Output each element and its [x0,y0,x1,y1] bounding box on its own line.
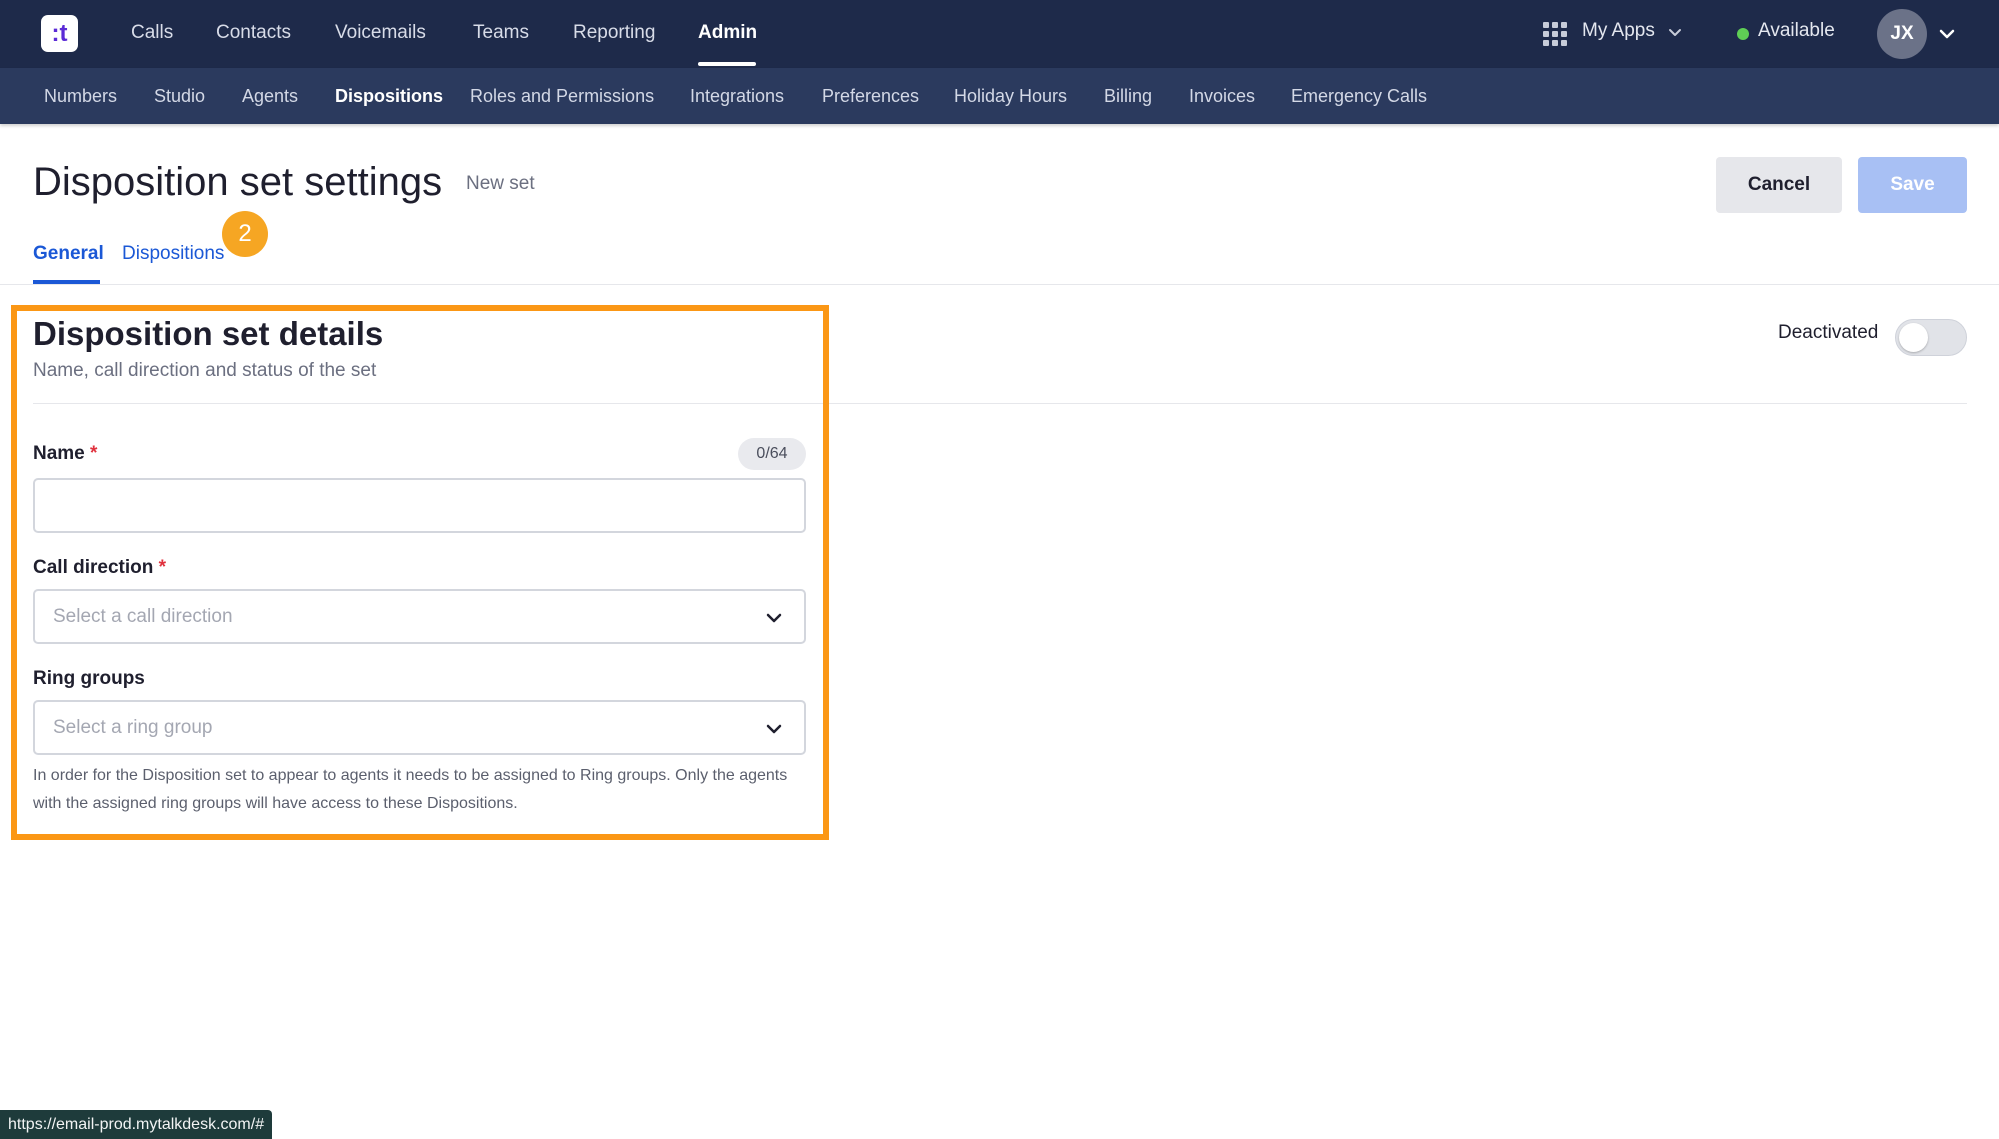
chevron-down-icon[interactable] [1668,26,1682,40]
status-bar-url: https://email-prod.mytalkdesk.com/# [0,1110,273,1139]
required-mark: * [90,443,98,464]
save-button[interactable]: Save [1858,157,1967,213]
subnav-integrations[interactable]: Integrations [690,68,784,124]
apps-grid-icon[interactable] [1543,22,1567,46]
subnav-emergency-calls[interactable]: Emergency Calls [1291,68,1427,124]
cancel-button[interactable]: Cancel [1716,157,1842,213]
chevron-down-icon [766,613,782,623]
active-nav-indicator [698,62,756,66]
subnav-numbers[interactable]: Numbers [44,68,117,124]
subnav-invoices[interactable]: Invoices [1189,68,1255,124]
ring-groups-field-label: Ring groups [33,668,145,689]
page-title: Disposition set settings [33,160,443,204]
subnav-agents[interactable]: Agents [242,68,298,124]
status-indicator-icon [1737,28,1749,40]
section-subtitle: Name, call direction and status of the s… [33,360,377,381]
subnav-holiday-hours[interactable]: Holiday Hours [954,68,1067,124]
my-apps-menu[interactable]: My Apps [1582,20,1655,42]
tab-general[interactable]: General [33,243,104,265]
character-counter: 0/64 [738,438,806,470]
deactivated-label: Deactivated [1778,322,1879,343]
call-direction-label-text: Call direction [33,557,154,578]
talkdesk-logo[interactable]: :t [41,15,78,52]
ring-groups-helper-text: In order for the Disposition set to appe… [33,767,788,812]
name-input[interactable] [33,478,806,533]
topnav-contacts[interactable]: Contacts [216,0,291,68]
chevron-down-icon [766,724,782,734]
ring-groups-select[interactable]: Select a ring group [33,700,806,755]
subnav-billing[interactable]: Billing [1104,68,1152,124]
call-direction-placeholder: Select a call direction [53,606,233,627]
subnav-studio[interactable]: Studio [154,68,205,124]
section-divider [33,403,1967,404]
topnav-reporting[interactable]: Reporting [573,0,655,68]
topnav-teams[interactable]: Teams [473,0,529,68]
topnav-admin[interactable]: Admin [698,0,757,68]
section-title: Disposition set details [33,315,384,352]
required-mark: * [158,557,167,578]
step-badge: 2 [222,211,268,257]
page-subtitle: New set [466,173,535,194]
call-direction-select[interactable]: Select a call direction [33,589,806,644]
user-avatar[interactable]: JX [1877,9,1927,59]
chevron-down-icon[interactable] [1938,25,1956,43]
subnav-dispositions[interactable]: Dispositions [335,68,443,124]
call-direction-field-label: Call direction * [33,557,166,579]
name-field-label: Name * [33,443,97,465]
subnav-roles-and-permissions[interactable]: Roles and Permissions [470,68,654,124]
topnav-voicemails[interactable]: Voicemails [335,0,426,68]
toggle-knob [1899,323,1928,352]
top-navigation-bar: :t Calls Contacts Voicemails Teams Repor… [0,0,1999,68]
deactivated-toggle[interactable] [1895,319,1967,356]
topnav-calls[interactable]: Calls [131,0,173,68]
tabs-divider [0,284,1999,285]
agent-status[interactable]: Available [1758,20,1835,42]
tab-dispositions[interactable]: Dispositions [122,243,224,265]
name-label-text: Name [33,443,85,464]
subnav-preferences[interactable]: Preferences [822,68,919,124]
ring-groups-placeholder: Select a ring group [53,717,213,738]
admin-sub-navigation: Numbers Studio Agents Dispositions Roles… [0,68,1999,124]
